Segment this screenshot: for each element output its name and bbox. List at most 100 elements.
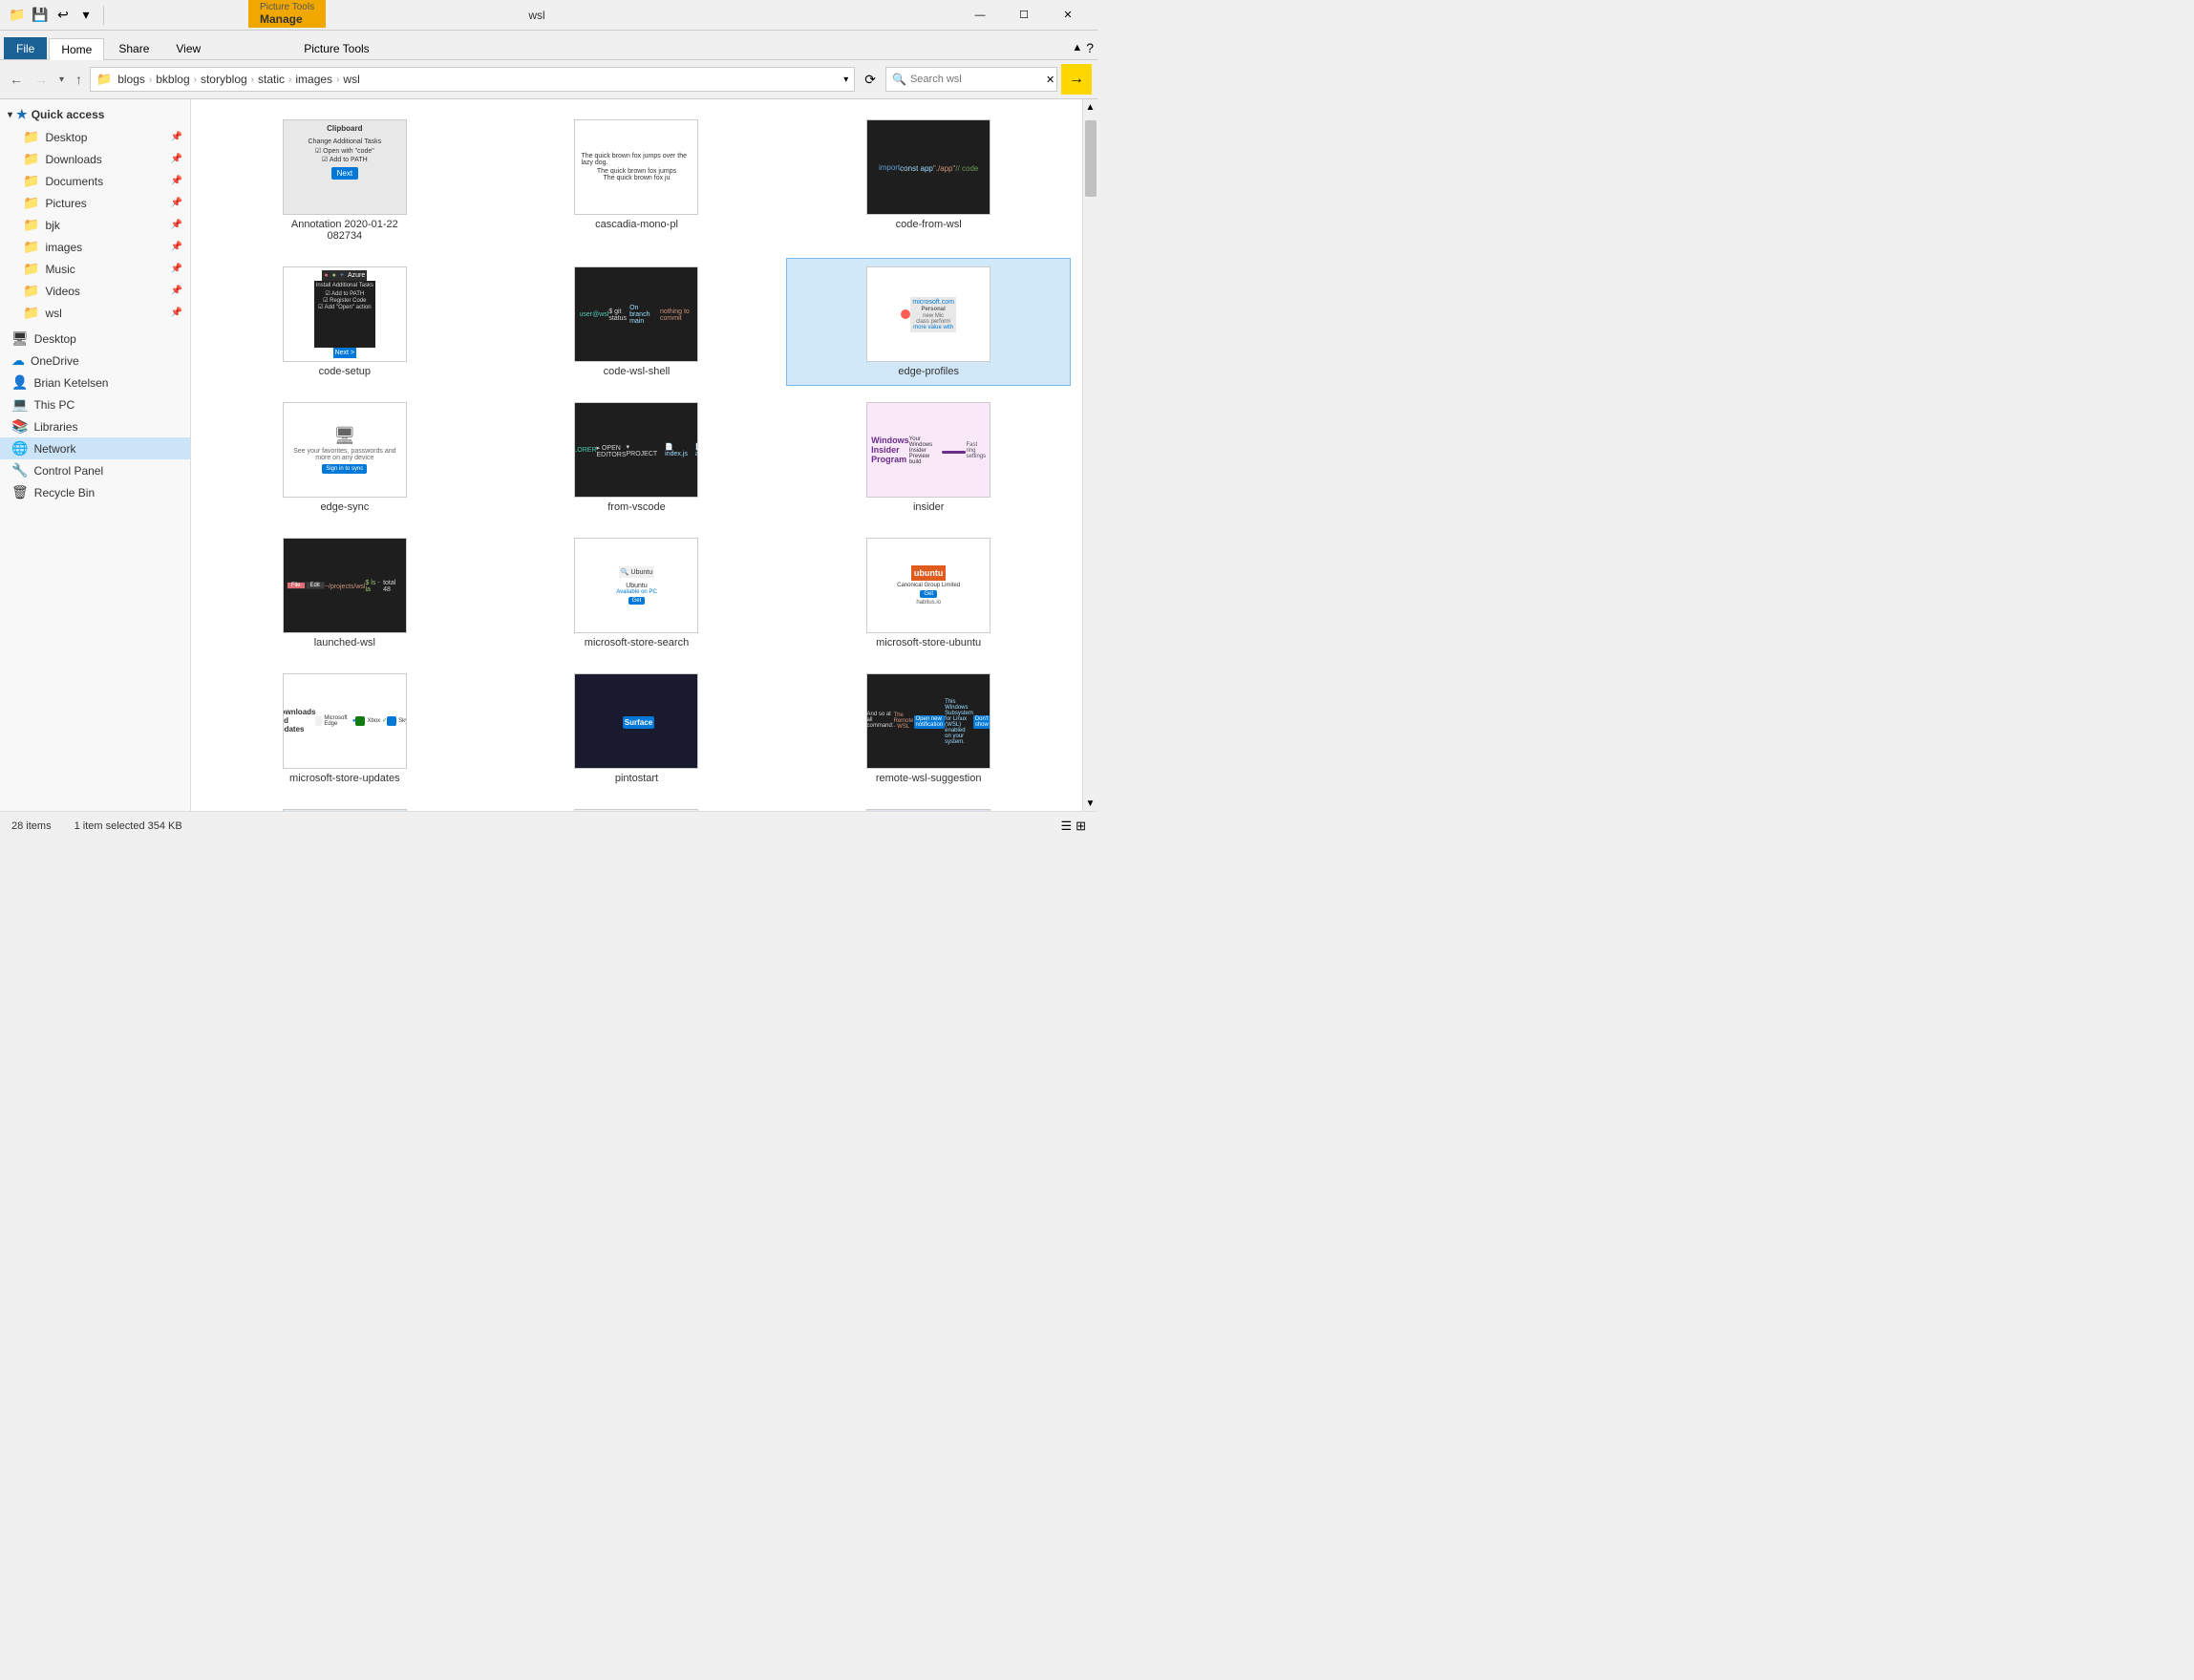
file-item-ms-store-updates[interactable]: Downloads and updates Microsoft Edge ● X…	[202, 665, 487, 793]
sidebar-item-libraries[interactable]: 📚 Libraries	[0, 415, 190, 437]
images-pin-icon: 📌	[171, 242, 182, 252]
sidebar-item-pictures-label: Pictures	[45, 197, 86, 210]
sidebar-item-downloads[interactable]: 📁 Downloads 📌	[0, 148, 190, 170]
music-folder-icon: 📁	[23, 261, 39, 277]
quick-access-toolbar-dropdown[interactable]: ▾	[76, 6, 96, 25]
file-thumb-edge-profiles: microsoft.com Personal new Mic class per…	[866, 266, 990, 362]
recent-locations-button[interactable]: ▾	[55, 73, 68, 87]
quick-access-toolbar-save[interactable]: 💾	[31, 6, 50, 25]
sidebar-item-onedrive[interactable]: ☁ OneDrive	[0, 350, 190, 372]
list-view-button[interactable]: ☰	[1060, 819, 1072, 834]
breadcrumb-static[interactable]: static	[258, 73, 285, 86]
sidebar-item-downloads-label: Downloads	[45, 153, 101, 166]
file-item-pintostart[interactable]: Surface pintostart	[495, 665, 779, 793]
breadcrumb-blogs[interactable]: blogs	[117, 73, 145, 86]
file-item-cascadia[interactable]: The quick brown fox jumps over the lazy …	[495, 111, 779, 250]
sidebar-item-desktop-main[interactable]: 🖥 Desktop	[0, 328, 190, 350]
collapse-ribbon-button[interactable]: ▲	[1072, 42, 1082, 53]
sidebar-item-desktop[interactable]: 📁 Desktop 📌	[0, 126, 190, 148]
search-clear-button[interactable]: ✕	[1046, 74, 1054, 86]
file-item-code-setup[interactable]: ●●+ Azure Install Additional Tasks ☑ Add…	[202, 258, 487, 386]
search-box[interactable]: 🔍 ✕	[885, 67, 1057, 92]
minimize-button[interactable]: —	[958, 0, 1002, 31]
file-name-edge-profiles: edge-profiles	[898, 366, 959, 377]
address-box[interactable]: 📁 blogs › bkblog › storyblog › static › …	[90, 67, 855, 92]
breadcrumb-bkblog[interactable]: bkblog	[156, 73, 189, 86]
scrollbar[interactable]: ▲ ▼	[1082, 99, 1097, 811]
scroll-up-button[interactable]: ▲	[1086, 99, 1096, 115]
file-item-annotation[interactable]: Clipboard Change Additional Tasks ☑ Open…	[202, 111, 487, 250]
sidebar-item-documents[interactable]: 📁 Documents 📌	[0, 170, 190, 192]
ribbon-tabs: File Home Share View Picture Tools ▲ ?	[0, 31, 1097, 59]
scroll-thumb[interactable]	[1085, 120, 1097, 197]
sidebar-item-thispc[interactable]: 💻 This PC	[0, 393, 190, 415]
quick-access-header[interactable]: ▾ ★ Quick access	[0, 103, 190, 126]
breadcrumb-storyblog[interactable]: storyblog	[201, 73, 247, 86]
file-item-partial3[interactable]	[786, 800, 1071, 811]
sidebar-item-desktop-label: Desktop	[45, 131, 87, 144]
file-item-edge-profiles[interactable]: microsoft.com Personal new Mic class per…	[786, 258, 1071, 386]
tab-view[interactable]: View	[163, 37, 213, 59]
tab-share[interactable]: Share	[106, 37, 161, 59]
downloads-folder-icon: 📁	[23, 151, 39, 167]
tab-file[interactable]: File	[4, 37, 47, 59]
wsl-folder-icon: 📁	[23, 305, 39, 321]
up-button[interactable]: ↑	[72, 70, 86, 89]
selection-info: 1 item selected 354 KB	[75, 820, 182, 832]
file-item-insider[interactable]: Windows Insider Program Your Windows Ins…	[786, 393, 1071, 521]
sidebar-item-pictures[interactable]: 📁 Pictures 📌	[0, 192, 190, 214]
close-button[interactable]: ✕	[1046, 0, 1090, 31]
music-pin-icon: 📌	[171, 264, 182, 274]
file-item-partial2[interactable]: 📄	[495, 800, 779, 811]
tab-manage[interactable]: Picture Tools	[291, 37, 381, 59]
sidebar-item-bjk-label: bjk	[45, 219, 59, 232]
file-item-code-from-wsl[interactable]: import const app "./app" // code code-fr…	[786, 111, 1071, 250]
file-name-insider: insider	[913, 501, 944, 513]
forward-button[interactable]: →	[31, 70, 52, 89]
maximize-button[interactable]: ☐	[1002, 0, 1046, 31]
manage-tab-label: Manage	[260, 12, 314, 26]
file-item-launched-wsl[interactable]: File Edit ~/projects/wsl $ ls -la total …	[202, 529, 487, 657]
file-thumb-ms-store-search: 🔍 Ubuntu Ubuntu Available on PC Get	[574, 538, 698, 633]
main-area: ▾ ★ Quick access 📁 Desktop 📌 📁 Downloads…	[0, 99, 1097, 811]
help-button[interactable]: ?	[1086, 40, 1094, 55]
file-item-edge-sync[interactable]: 🖥 See your favorites, passwords and more…	[202, 393, 487, 521]
recyclebin-icon: 🗑	[11, 484, 29, 500]
sidebar-item-brian[interactable]: 👤 Brian Ketelsen	[0, 372, 190, 393]
file-item-ms-store-ubuntu[interactable]: ubuntu Canonical Group Limited Get habit…	[786, 529, 1071, 657]
file-item-remote-wsl[interactable]: And so at all command: The Remote - WSL …	[786, 665, 1071, 793]
grid-view-button[interactable]: ⊞	[1076, 819, 1086, 834]
search-input[interactable]	[910, 74, 1046, 85]
back-button[interactable]: ←	[6, 70, 27, 89]
file-item-partial1[interactable]	[202, 800, 487, 811]
sidebar-item-images-label: images	[45, 241, 82, 254]
status-bar: 28 items 1 item selected 354 KB ☰ ⊞	[0, 811, 1097, 840]
sidebar-item-images[interactable]: 📁 images 📌	[0, 236, 190, 258]
file-item-code-wsl-shell[interactable]: user@wsl $ git status On branch main not…	[495, 258, 779, 386]
file-item-from-vscode[interactable]: EXPLORER ▸ OPEN EDITORS ▾ PROJECT 📄 inde…	[495, 393, 779, 521]
breadcrumb-wsl[interactable]: wsl	[343, 73, 359, 86]
sidebar-libraries-label: Libraries	[33, 420, 77, 434]
navigate-forward-button[interactable]: →	[1061, 64, 1092, 95]
sidebar-item-recyclebin[interactable]: 🗑 Recycle Bin	[0, 481, 190, 503]
file-name-code-wsl-shell: code-wsl-shell	[604, 366, 671, 377]
user-icon: 👤	[11, 374, 28, 391]
sidebar-item-network[interactable]: 🌐 Network	[0, 437, 190, 459]
breadcrumb-images[interactable]: images	[295, 73, 332, 86]
sidebar-item-wsl[interactable]: 📁 wsl 📌	[0, 302, 190, 324]
refresh-button[interactable]: ⟳	[859, 70, 882, 90]
sidebar-brian-label: Brian Ketelsen	[33, 376, 108, 390]
breadcrumb: blogs › bkblog › storyblog › static › im…	[117, 73, 843, 86]
breadcrumb-dropdown[interactable]: ▾	[843, 74, 848, 85]
sidebar-item-bjk[interactable]: 📁 bjk 📌	[0, 214, 190, 236]
sidebar-item-videos[interactable]: 📁 Videos 📌	[0, 280, 190, 302]
sidebar-item-controlpanel[interactable]: 🔧 Control Panel	[0, 459, 190, 481]
manage-tab-top[interactable]: Picture Tools Manage	[248, 0, 326, 28]
sidebar-item-music[interactable]: 📁 Music 📌	[0, 258, 190, 280]
sidebar: ▾ ★ Quick access 📁 Desktop 📌 📁 Downloads…	[0, 99, 191, 811]
scroll-down-button[interactable]: ▼	[1086, 796, 1096, 811]
quick-access-toolbar-undo[interactable]: ↩	[53, 6, 73, 25]
file-item-ms-store-search[interactable]: 🔍 Ubuntu Ubuntu Available on PC Get micr…	[495, 529, 779, 657]
tab-home[interactable]: Home	[49, 38, 104, 60]
bjk-folder-icon: 📁	[23, 217, 39, 233]
